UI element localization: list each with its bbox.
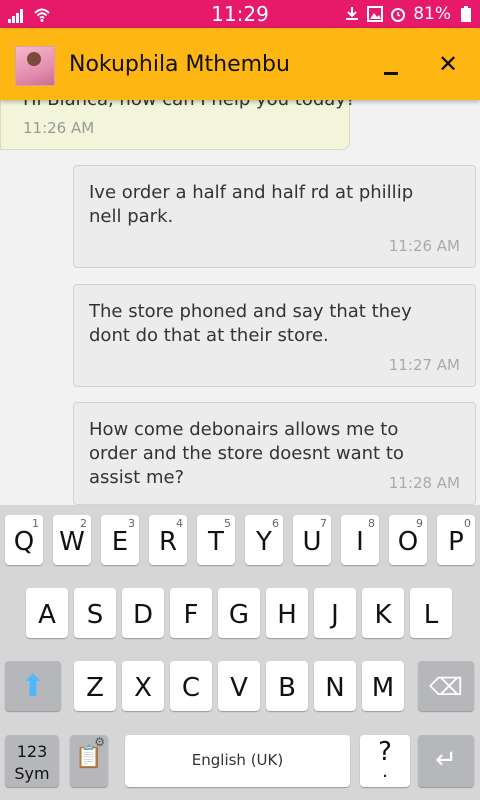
key-u[interactable]: 7U — [293, 515, 331, 565]
key-label: Q — [13, 527, 35, 557]
sym-label-sym: Sym — [14, 764, 50, 783]
key-label: K — [374, 600, 392, 630]
key-label: O — [397, 527, 419, 557]
backspace-key[interactable]: ⌫ — [418, 661, 474, 711]
status-right: 81% — [344, 4, 474, 24]
key-l[interactable]: L — [410, 588, 452, 638]
key-x[interactable]: X — [122, 661, 164, 711]
key-s[interactable]: S — [74, 588, 116, 638]
key-label: M — [371, 673, 395, 703]
key-q[interactable]: 1Q — [5, 515, 43, 565]
contact-avatar[interactable] — [15, 46, 55, 86]
key-label: L — [423, 600, 439, 630]
image-icon — [367, 6, 384, 22]
key-d[interactable]: D — [122, 588, 164, 638]
message-time: 11:28 AM — [388, 474, 460, 492]
key-h[interactable]: H — [266, 588, 308, 638]
key-label: U — [302, 527, 322, 557]
clipboard-icon: 📋 — [75, 745, 103, 770]
key-label: F — [183, 600, 199, 630]
chat-messages[interactable]: Hi Bianca, how can I help you today? 11:… — [0, 100, 480, 505]
key-label: T — [208, 527, 224, 557]
key-label: Z — [86, 673, 104, 703]
message-time: 11:26 AM — [388, 237, 460, 255]
key-p[interactable]: 0P — [437, 515, 475, 565]
alarm-icon — [391, 8, 406, 22]
download-icon — [346, 7, 359, 20]
key-g[interactable]: G — [218, 588, 260, 638]
key-m[interactable]: M — [362, 661, 404, 711]
key-label: B — [278, 673, 296, 703]
key-r[interactable]: 4R — [149, 515, 187, 565]
key-label: R — [158, 527, 178, 557]
battery-percent: 81% — [413, 4, 451, 24]
key-label: P — [448, 527, 464, 557]
key-t[interactable]: 5T — [197, 515, 235, 565]
outgoing-message: Ive order a half and half rd at phillip … — [73, 165, 476, 268]
sym-key[interactable]: 123 Sym — [5, 735, 59, 787]
minimize-icon[interactable] — [378, 60, 406, 84]
key-c[interactable]: C — [170, 661, 212, 711]
key-j[interactable]: J — [314, 588, 356, 638]
key-label: W — [59, 527, 85, 557]
contact-name: Nokuphila Mthembu — [69, 52, 290, 77]
backspace-icon: ⌫ — [429, 673, 463, 701]
key-label: N — [325, 673, 345, 703]
key-k[interactable]: K — [362, 588, 404, 638]
message-text: Hi Bianca, how can I help you today? — [23, 100, 356, 110]
sym-key-label: 123 Sym — [5, 741, 59, 785]
key-b[interactable]: B — [266, 661, 308, 711]
key-a[interactable]: A — [26, 588, 68, 638]
shift-key[interactable]: ⬆ — [5, 661, 61, 711]
battery-icon — [461, 6, 471, 22]
period-key[interactable]: ? . — [360, 735, 410, 787]
key-label: V — [230, 673, 248, 703]
key-y[interactable]: 6Y — [245, 515, 283, 565]
close-icon[interactable]: ✕ — [434, 50, 462, 78]
key-label: C — [181, 673, 201, 703]
message-time: 11:27 AM — [388, 356, 460, 374]
incoming-message: Hi Bianca, how can I help you today? 11:… — [0, 100, 356, 150]
key-o[interactable]: 9O — [389, 515, 427, 565]
status-bar: 11:29 81% — [0, 0, 480, 28]
key-label: H — [277, 600, 297, 630]
enter-key[interactable]: ↵ — [418, 735, 474, 787]
key-w[interactable]: 2W — [53, 515, 91, 565]
key-f[interactable]: F — [170, 588, 212, 638]
message-time: 11:26 AM — [23, 119, 95, 137]
key-label: X — [134, 673, 152, 703]
space-key[interactable]: English (UK) — [125, 735, 350, 787]
message-text: Ive order a half and half rd at phillip … — [89, 182, 414, 227]
key-v[interactable]: V — [218, 661, 260, 711]
key-z[interactable]: Z — [74, 661, 116, 711]
key-label: J — [331, 600, 339, 630]
key-label: Y — [256, 527, 272, 557]
key-e[interactable]: 3E — [101, 515, 139, 565]
space-key-label: English (UK) — [191, 751, 284, 769]
key-label: D — [132, 600, 154, 630]
keyboard: 1Q 2W 3E 4R 5T 6Y 7U 8I 9O 0P A S D F G … — [0, 505, 480, 800]
key-n[interactable]: N — [314, 661, 356, 711]
enter-icon: ↵ — [435, 745, 457, 775]
key-label: G — [228, 600, 250, 630]
key-label: I — [356, 527, 364, 557]
period-key-label: . — [382, 761, 388, 782]
key-label: S — [86, 600, 104, 630]
clipboard-key[interactable]: ⚙ 📋 — [70, 735, 108, 787]
outgoing-message: How come debonairs allows me to order an… — [73, 402, 476, 505]
key-label: A — [38, 600, 56, 630]
shift-icon: ⬆ — [20, 669, 46, 704]
message-text: The store phoned and say that they dont … — [89, 301, 412, 346]
outgoing-message: The store phoned and say that they dont … — [73, 284, 476, 387]
key-i[interactable]: 8I — [341, 515, 379, 565]
key-label: E — [111, 527, 129, 557]
sym-label-123: 123 — [16, 742, 48, 761]
chat-header: Nokuphila Mthembu ✕ — [0, 28, 480, 100]
